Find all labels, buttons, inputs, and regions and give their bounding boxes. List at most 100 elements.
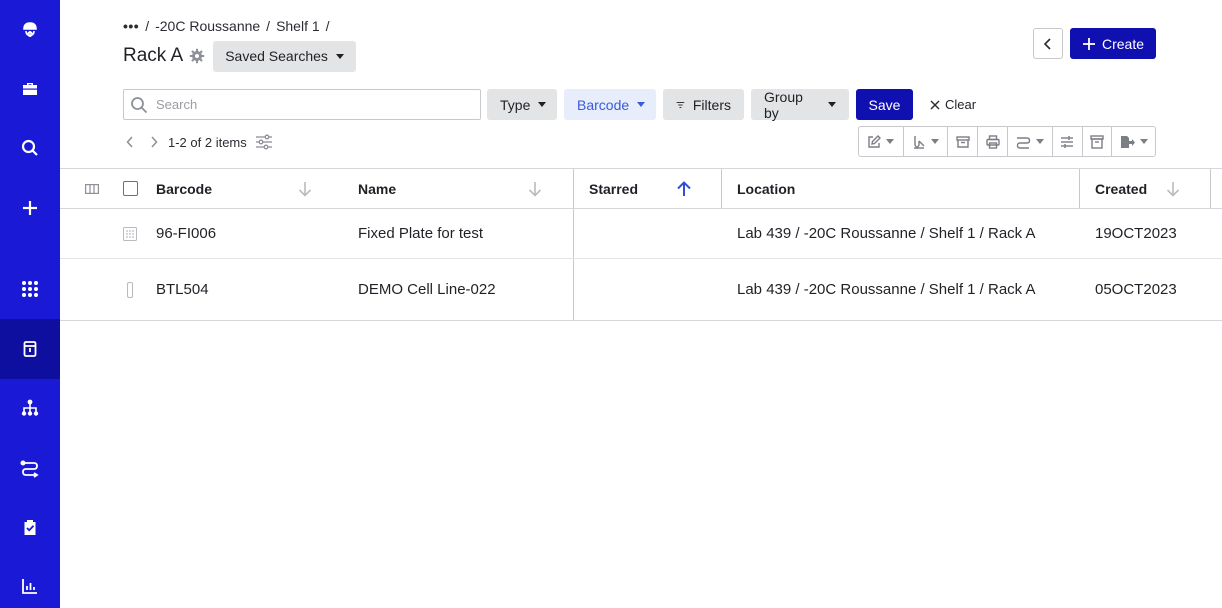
workflow-menu-button[interactable] (1008, 127, 1053, 156)
filters-button[interactable]: Filters (663, 89, 744, 120)
column-divider (573, 259, 574, 320)
export-menu-button[interactable] (1112, 127, 1155, 156)
search-input[interactable] (156, 97, 456, 112)
caret-down-icon (931, 139, 940, 144)
print-button[interactable] (978, 127, 1008, 156)
workflow-icon (1016, 136, 1031, 149)
column-config-icon[interactable] (85, 169, 99, 208)
caret-down-icon (886, 139, 895, 144)
prev-page-button[interactable] (120, 136, 140, 148)
save-search-button[interactable]: Save (856, 89, 913, 120)
pipette-menu-button[interactable] (904, 127, 949, 156)
caret-down-icon (637, 102, 646, 107)
type-filter-button[interactable]: Type (487, 89, 557, 120)
sidebar-item-apps[interactable] (0, 259, 60, 319)
group-by-button[interactable]: Group by (751, 89, 849, 121)
hierarchy-icon (21, 399, 39, 416)
bar-chart-icon (22, 579, 37, 594)
breadcrumb-ellipsis[interactable]: ••• (123, 18, 139, 34)
archive-button[interactable] (948, 127, 979, 156)
tube-icon (126, 259, 134, 320)
bulk-actions-toolbar (858, 126, 1156, 157)
chevron-left-icon (126, 136, 133, 148)
next-page-button[interactable] (144, 136, 164, 148)
adjust-button[interactable] (1053, 127, 1083, 156)
cell-location[interactable]: Lab 439 / -20C Roussanne / Shelf 1 / Rac… (737, 259, 1036, 320)
pipette-icon (914, 135, 925, 149)
column-header-starred[interactable]: Starred (589, 169, 638, 208)
column-header-name[interactable]: Name (358, 169, 396, 208)
sliders-icon (255, 134, 272, 150)
saved-searches-button[interactable]: Saved Searches (213, 40, 356, 72)
sidebar-item-projects[interactable] (0, 59, 60, 119)
filters-label: Filters (692, 96, 731, 113)
search-icon (131, 96, 148, 113)
clear-label: Clear (945, 97, 977, 112)
column-divider[interactable] (1079, 169, 1080, 208)
edit-icon (868, 134, 882, 148)
archive-box-icon (1090, 134, 1104, 149)
clear-filters-button[interactable]: Clear (930, 89, 976, 120)
column-header-barcode[interactable]: Barcode (156, 169, 212, 208)
caret-down-icon (538, 102, 547, 107)
sidebar-item-inventory[interactable] (0, 319, 60, 379)
column-header-created[interactable]: Created (1095, 169, 1147, 208)
cell-location[interactable]: Lab 439 / -20C Roussanne / Shelf 1 / Rac… (737, 209, 1036, 258)
caret-down-icon (828, 102, 836, 107)
column-divider[interactable] (721, 169, 722, 208)
sort-up-active-icon[interactable] (676, 169, 692, 208)
gear-icon[interactable] (189, 48, 205, 64)
inventory-box-icon (23, 341, 37, 357)
items-table: Barcode Name Starred Location Created 96… (60, 168, 1222, 321)
column-divider (573, 209, 574, 258)
type-filter-label: Type (500, 96, 531, 113)
sidebar-item-hierarchy[interactable] (0, 378, 60, 438)
create-button[interactable]: Create (1070, 28, 1156, 59)
select-all-checkbox[interactable] (123, 169, 138, 208)
breadcrumb-separator: / (325, 18, 330, 34)
breadcrumb-separator: / (266, 18, 271, 34)
cell-barcode[interactable]: 96-FI006 (156, 209, 216, 258)
sidebar-item-create[interactable] (0, 178, 60, 238)
sidebar (0, 0, 60, 608)
caret-down-icon (1139, 139, 1148, 144)
page-title: Rack A (123, 45, 184, 66)
clipboard-check-icon (24, 520, 36, 535)
cell-name: DEMO Cell Line-022 (358, 281, 496, 298)
unarchive-button[interactable] (1083, 127, 1113, 156)
collapse-panel-button[interactable] (1033, 28, 1063, 59)
column-header-location[interactable]: Location (737, 169, 795, 208)
breadcrumb-item-shelf[interactable]: Shelf 1 (276, 18, 320, 34)
column-divider[interactable] (573, 169, 574, 208)
sort-down-icon[interactable] (528, 169, 542, 208)
barcode-filter-button[interactable]: Barcode (564, 89, 656, 120)
breadcrumb-separator: / (145, 18, 150, 34)
jellyfish-logo-icon (23, 22, 37, 37)
sidebar-item-tasks[interactable] (0, 497, 60, 557)
cell-barcode[interactable]: BTL504 (156, 259, 209, 320)
sidebar-item-workflow[interactable] (0, 438, 60, 498)
caret-down-icon (335, 53, 344, 59)
column-settings-button[interactable] (255, 134, 273, 150)
search-icon (21, 139, 38, 156)
table-row[interactable]: 96-FI006 Fixed Plate for test Lab 439 / … (60, 209, 1222, 259)
plus-icon (1082, 37, 1095, 50)
sort-down-icon[interactable] (298, 169, 312, 208)
create-label: Create (1101, 35, 1145, 52)
chevron-right-icon (151, 136, 158, 148)
sidebar-item-home[interactable] (0, 0, 60, 60)
table-row[interactable]: BTL504 DEMO Cell Line-022 Lab 439 / -20C… (60, 259, 1222, 321)
column-divider[interactable] (1210, 169, 1211, 208)
breadcrumb-item-freezer[interactable]: -20C Roussanne (155, 18, 260, 34)
saved-searches-label: Saved Searches (225, 48, 328, 64)
chevron-left-icon (1043, 37, 1051, 50)
filter-lines-icon (676, 101, 685, 108)
briefcase-icon (23, 83, 37, 95)
sidebar-item-reports[interactable] (0, 556, 60, 608)
plus-icon (23, 201, 37, 215)
breadcrumb: ••• / -20C Roussanne / Shelf 1 / (123, 18, 330, 34)
sliders-icon (1061, 135, 1074, 148)
sidebar-item-search[interactable] (0, 118, 60, 178)
edit-menu-button[interactable] (859, 127, 904, 156)
sort-down-icon[interactable] (1166, 169, 1180, 208)
